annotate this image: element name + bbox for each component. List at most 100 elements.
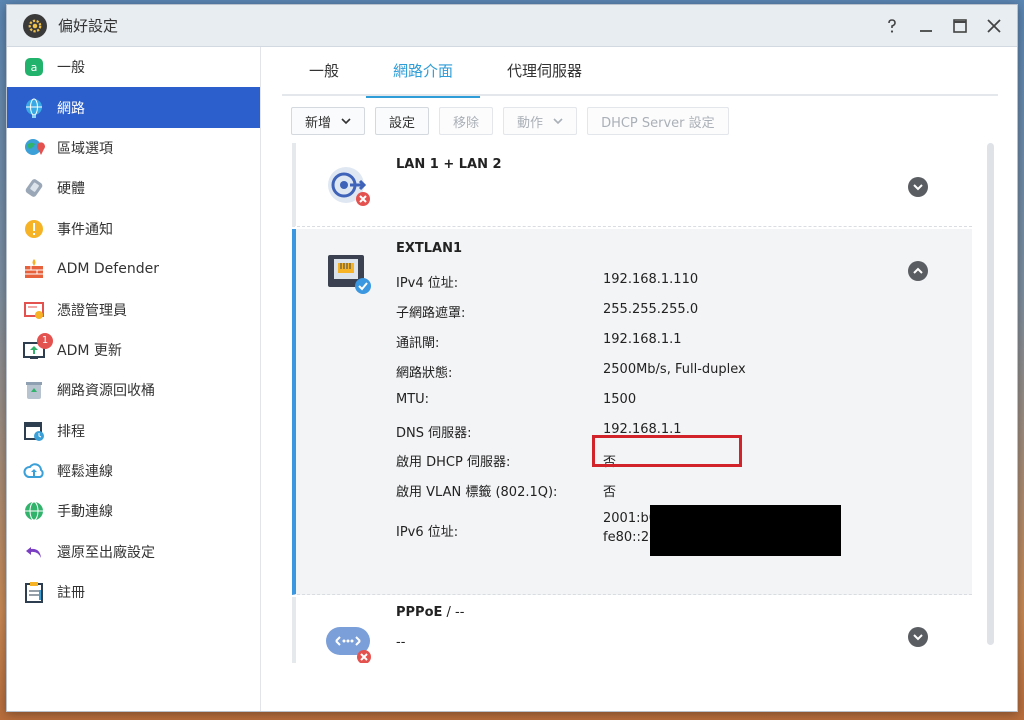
sidebar-item-label: 註冊 bbox=[57, 585, 85, 602]
detail-value: 255.255.255.0 bbox=[603, 302, 699, 317]
sidebar-item-schedule[interactable]: 排程 bbox=[7, 411, 260, 451]
maximize-button[interactable] bbox=[949, 15, 971, 37]
help-button[interactable] bbox=[881, 15, 903, 37]
sidebar-item-registration[interactable]: 註冊 bbox=[7, 572, 260, 612]
add-button-label: 新增 bbox=[305, 115, 332, 131]
main-panel: 一般 網路介面 代理伺服器 新增 設定 移除 動作 DHCP Server 設定 bbox=[262, 47, 1017, 711]
interface-card-pppoe[interactable]: PPPoE / -- -- bbox=[292, 597, 972, 663]
sidebar: a 一般 網路 區域選項 硬體 事件通知 ADM Defender 憑證管理員 bbox=[7, 47, 261, 711]
chevron-down-icon bbox=[553, 118, 563, 125]
tab-proxy-server[interactable]: 代理伺服器 bbox=[480, 47, 609, 96]
sidebar-item-label: 一般 bbox=[57, 60, 85, 77]
tab-general[interactable]: 一般 bbox=[282, 47, 366, 96]
detail-key: 網路狀態: bbox=[396, 366, 453, 381]
recycle-bin-icon bbox=[23, 379, 45, 401]
expand-button[interactable] bbox=[908, 627, 928, 647]
detail-key: 通訊閘: bbox=[396, 336, 440, 351]
toolbar: 新增 設定 移除 動作 DHCP Server 設定 bbox=[291, 107, 729, 135]
dhcp-server-settings-button[interactable]: DHCP Server 設定 bbox=[587, 107, 729, 135]
action-button-label: 動作 bbox=[517, 115, 544, 131]
cloud-upload-icon bbox=[23, 460, 45, 482]
calendar-clock-icon bbox=[23, 420, 45, 442]
sidebar-item-label: 輕鬆連線 bbox=[57, 464, 113, 481]
sidebar-item-label: 手動連線 bbox=[57, 504, 113, 521]
sidebar-item-recycle-bin[interactable]: 網路資源回收桶 bbox=[7, 370, 260, 410]
certificate-icon bbox=[23, 299, 45, 321]
action-button[interactable]: 動作 bbox=[503, 107, 578, 135]
close-button[interactable] bbox=[983, 15, 1005, 37]
sidebar-item-label: ADM 更新 bbox=[57, 342, 122, 359]
detail-value: 192.168.1.110 bbox=[603, 272, 699, 287]
sidebar-item-manual-connect[interactable]: 手動連線 bbox=[7, 491, 260, 531]
chevron-down-icon bbox=[341, 118, 351, 125]
add-button[interactable]: 新增 bbox=[291, 107, 366, 135]
warning-icon bbox=[23, 218, 45, 240]
interface-title-text: PPPoE bbox=[396, 605, 443, 620]
sidebar-item-label: 憑證管理員 bbox=[57, 302, 127, 319]
sidebar-item-region[interactable]: 區域選項 bbox=[7, 128, 260, 168]
minimize-button[interactable] bbox=[915, 15, 937, 37]
sidebar-item-label: 硬體 bbox=[57, 181, 85, 198]
svg-text:a: a bbox=[31, 61, 38, 74]
interface-title: LAN 1 + LAN 2 bbox=[396, 157, 502, 172]
pppoe-icon bbox=[324, 619, 374, 663]
expand-button[interactable] bbox=[908, 177, 928, 197]
app-gear-icon bbox=[23, 13, 47, 38]
sidebar-item-factory-reset[interactable]: 還原至出廠設定 bbox=[7, 532, 260, 572]
detail-key: 啟用 VLAN 標籤 (802.1Q): bbox=[396, 485, 558, 500]
sidebar-item-hardware[interactable]: 硬體 bbox=[7, 168, 260, 208]
sidebar-item-label: 網路 bbox=[57, 100, 85, 117]
tab-bar: 一般 網路介面 代理伺服器 bbox=[282, 47, 998, 98]
sidebar-item-network[interactable]: 網路 bbox=[7, 87, 260, 128]
ethernet-port-icon bbox=[324, 249, 374, 299]
interface-card-extlan1[interactable]: EXTLAN1 IPv4 位址: 192.168.1.110 子網路遮罩: 25… bbox=[292, 229, 972, 595]
interface-card-lan[interactable]: LAN 1 + LAN 2 bbox=[292, 143, 972, 227]
link-aggregation-icon bbox=[324, 161, 374, 211]
detail-value: 2500Mb/s, Full-duplex bbox=[603, 362, 746, 377]
sidebar-item-label: 區域選項 bbox=[57, 140, 113, 157]
detail-value: 192.168.1.1 bbox=[603, 332, 682, 347]
hardware-icon bbox=[23, 177, 45, 199]
collapse-button[interactable] bbox=[908, 261, 928, 281]
detail-key: DNS 伺服器: bbox=[396, 426, 472, 441]
globe-icon bbox=[23, 97, 45, 119]
remove-button[interactable]: 移除 bbox=[439, 107, 494, 135]
sidebar-item-certificate-manager[interactable]: 憑證管理員 bbox=[7, 289, 260, 329]
title-bar: 偏好設定 bbox=[7, 5, 1017, 47]
sidebar-item-general[interactable]: a 一般 bbox=[7, 47, 260, 87]
chevron-down-icon bbox=[913, 184, 923, 191]
pppoe-status: -- bbox=[396, 635, 406, 650]
preferences-window: 偏好設定 a 一般 網路 區域選項 硬體 事件通知 ADM Defender 憑… bbox=[6, 4, 1018, 712]
region-icon bbox=[23, 137, 45, 159]
firewall-icon bbox=[23, 258, 45, 280]
network-status-highlight bbox=[592, 435, 742, 467]
update-count-badge: 1 bbox=[37, 332, 53, 349]
sidebar-item-label: 排程 bbox=[57, 423, 85, 440]
window-title: 偏好設定 bbox=[58, 17, 119, 35]
update-icon: 1 bbox=[23, 332, 53, 361]
general-icon: a bbox=[23, 56, 45, 78]
sidebar-item-label: 事件通知 bbox=[57, 221, 113, 238]
redaction-block bbox=[650, 505, 841, 556]
detail-value: 否 bbox=[603, 485, 617, 500]
ipv6-address: 2001:b0 bbox=[603, 511, 657, 526]
interface-title-suffix: / -- bbox=[442, 605, 465, 620]
tab-network-interface[interactable]: 網路介面 bbox=[366, 47, 481, 98]
detail-key: MTU: bbox=[396, 392, 430, 407]
interface-list: LAN 1 + LAN 2 EXTLAN1 IPv4 位址: 192.168.1… bbox=[292, 143, 972, 663]
sidebar-item-label: 網路資源回收桶 bbox=[57, 383, 155, 400]
chevron-down-icon bbox=[913, 634, 923, 641]
sidebar-item-adm-update[interactable]: 1 ADM 更新 bbox=[7, 330, 260, 370]
sidebar-item-adm-defender[interactable]: ADM Defender bbox=[7, 249, 260, 289]
detail-key: IPv6 位址: bbox=[396, 525, 459, 540]
interface-title: EXTLAN1 bbox=[396, 241, 463, 256]
scrollbar[interactable] bbox=[987, 143, 994, 645]
detail-key: 子網路遮罩: bbox=[396, 306, 466, 321]
undo-arrow-icon bbox=[23, 541, 45, 563]
sidebar-item-event-notification[interactable]: 事件通知 bbox=[7, 209, 260, 249]
settings-button[interactable]: 設定 bbox=[375, 107, 430, 135]
sidebar-item-easy-connect[interactable]: 輕鬆連線 bbox=[7, 451, 260, 491]
chevron-up-icon bbox=[913, 267, 923, 274]
interface-title: PPPoE / -- bbox=[396, 605, 464, 620]
sidebar-item-label: 還原至出廠設定 bbox=[57, 544, 155, 561]
